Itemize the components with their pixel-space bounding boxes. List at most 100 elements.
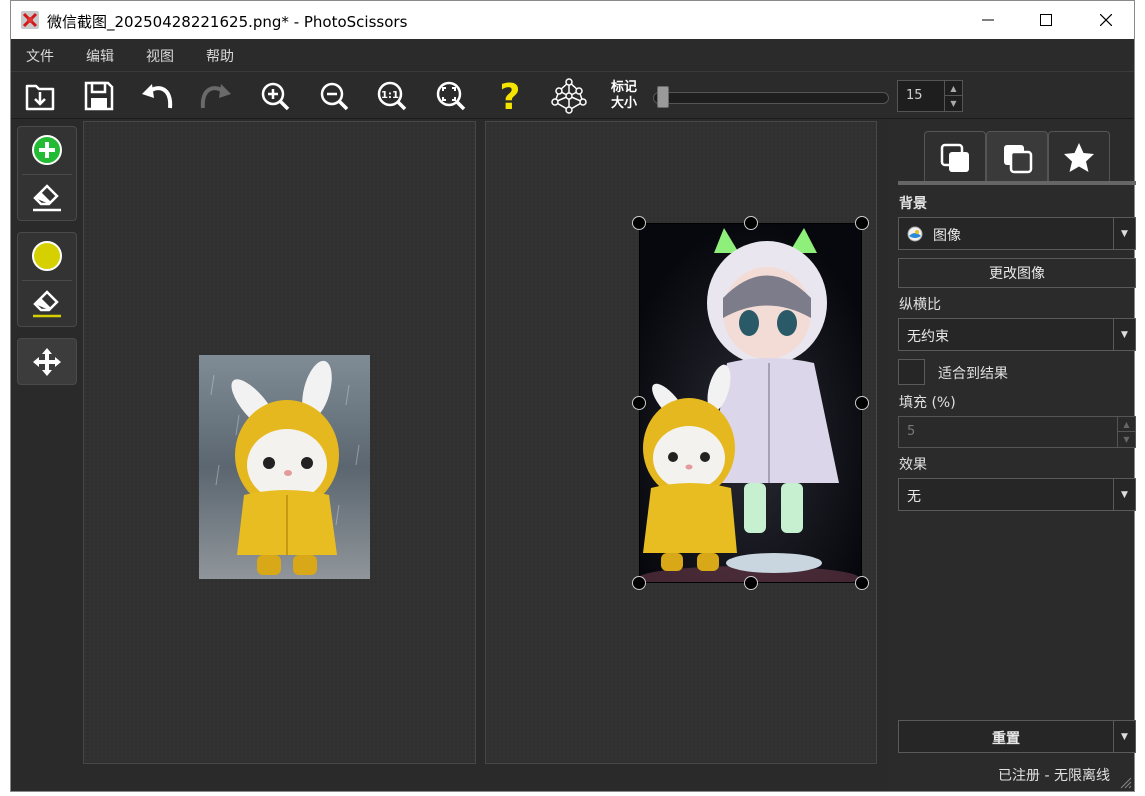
zoom-actual-size-button[interactable]: 1:1 [373,78,411,114]
window-title: 微信截图_20250428221625.png* - PhotoScissors [47,13,408,31]
crop-handle-top-left[interactable] [632,216,646,230]
registration-status: 已注册 - 无限离线 [998,768,1110,784]
save-icon [84,81,114,111]
crop-handle-top[interactable] [744,216,758,230]
redo-button[interactable] [197,78,235,114]
crop-handle-bottom[interactable] [744,576,758,590]
network-button[interactable] [550,78,588,114]
open-button[interactable] [21,78,59,114]
resize-grip-icon[interactable] [1118,775,1132,789]
spin-arrows[interactable]: ▲ ▼ [1117,417,1135,447]
maximize-button[interactable] [1017,1,1075,39]
background-select[interactable]: 图像 ▼ [898,217,1136,250]
keep-eraser-button[interactable] [18,175,76,221]
minimize-icon [982,19,994,21]
image-icon [907,226,923,242]
open-icon [25,84,55,111]
help-button[interactable]: ? [491,78,529,114]
tab-foreground[interactable] [986,131,1048,183]
aspect-ratio-select[interactable]: 无约束 ▼ [898,318,1136,351]
move-tool-button[interactable] [18,339,76,385]
title-bar: 微信截图_20250428221625.png* - PhotoScissors [11,1,1134,39]
move-tool-group [17,338,77,385]
star-icon [1064,142,1094,172]
menu-view[interactable]: 视图 [146,46,174,66]
keep-marker-button[interactable] [18,127,76,173]
menu-bar: 文件 编辑 视图 帮助 [11,39,1134,71]
chevron-down-icon: ▼ [1113,479,1135,510]
zoom-out-button[interactable] [315,78,353,114]
background-label: 背景 [899,196,927,212]
crop-handle-right[interactable] [855,396,869,410]
fit-to-result-checkbox[interactable] [898,359,925,385]
crop-handle-bottom-left[interactable] [632,576,646,590]
toolbar: 1:1 ? 标记 大小 15 ▲ ▼ [11,71,1134,119]
chevron-down-icon[interactable]: ▼ [1113,721,1135,752]
remove-tools-group [17,232,77,327]
zoom-fit-button[interactable] [432,78,470,114]
minimize-button[interactable] [959,1,1017,39]
zoom-in-icon [261,82,290,111]
fit-to-result-label: 适合到结果 [938,366,1008,382]
keep-tools-group [17,126,77,221]
aspect-ratio-label: 纵横比 [899,297,941,313]
result-image-pane[interactable] [485,121,877,764]
settings-panel: 背景 图像 ▼ 更改图像 纵横比 无约束 ▼ 适合到结果 填充 (%) 5 ▲ … [887,121,1136,791]
photoscissors-logo-icon [21,11,39,29]
zoom-out-icon [320,82,349,111]
move-arrows-icon [33,348,61,376]
padding-label: 填充 (%) [899,395,956,411]
crop-handle-bottom-right[interactable] [855,576,869,590]
zoom-fit-icon [436,81,466,111]
layers-back-icon [1004,144,1033,173]
green-plus-icon [32,135,62,165]
crop-handle-left[interactable] [632,396,646,410]
layers-front-icon [940,143,969,172]
menu-help[interactable]: 帮助 [206,46,234,66]
eraser-icon [33,184,61,212]
tab-effects[interactable] [1048,131,1110,183]
highlight-marker-button[interactable] [18,233,76,279]
spin-arrows[interactable]: ▲ ▼ [944,81,962,111]
chevron-down-icon: ▼ [1113,319,1135,350]
close-icon [1100,14,1112,26]
marker-size-slider-thumb[interactable] [657,86,669,108]
marker-size-spinbox[interactable]: 15 ▲ ▼ [897,80,963,112]
network-nodes-icon [551,78,587,114]
padding-spinbox[interactable]: 5 ▲ ▼ [898,416,1136,448]
change-image-button[interactable]: 更改图像 [898,258,1136,288]
svg-text:1:1: 1:1 [381,90,399,101]
zoom-1-1-icon: 1:1 [377,81,407,111]
reset-label: 重置 [992,731,1020,747]
background-select-value: 图像 [933,228,961,244]
source-image-bunny-raincoat [199,355,370,579]
menu-edit[interactable]: 编辑 [86,46,114,66]
redo-icon [200,84,231,109]
aspect-ratio-value: 无约束 [907,329,949,345]
marker-size-label: 标记 大小 [611,80,638,111]
crop-frame[interactable] [639,223,862,583]
save-button[interactable] [80,78,118,114]
marker-size-slider-track[interactable] [653,92,889,104]
padding-value: 5 [907,424,916,439]
source-image-pane[interactable] [83,121,476,764]
yellow-eraser-icon [33,290,61,318]
undo-icon [142,84,173,109]
crop-handle-top-right[interactable] [855,216,869,230]
close-button[interactable] [1077,1,1135,39]
effect-label: 效果 [899,457,927,473]
tab-underline [898,181,1136,185]
effect-select[interactable]: 无 ▼ [898,478,1136,511]
app-window: 微信截图_20250428221625.png* - PhotoScissors… [10,0,1136,792]
highlight-eraser-button[interactable] [18,281,76,327]
undo-button[interactable] [138,78,176,114]
tab-background[interactable] [924,131,986,183]
question-icon: ? [500,79,521,113]
yellow-circle-icon [32,241,62,271]
maximize-icon [1040,14,1052,26]
svg-text:?: ? [500,79,521,113]
zoom-in-button[interactable] [256,78,294,114]
reset-button[interactable]: 重置 ▼ [898,720,1136,753]
chevron-down-icon: ▼ [1113,218,1135,249]
menu-file[interactable]: 文件 [26,46,54,66]
